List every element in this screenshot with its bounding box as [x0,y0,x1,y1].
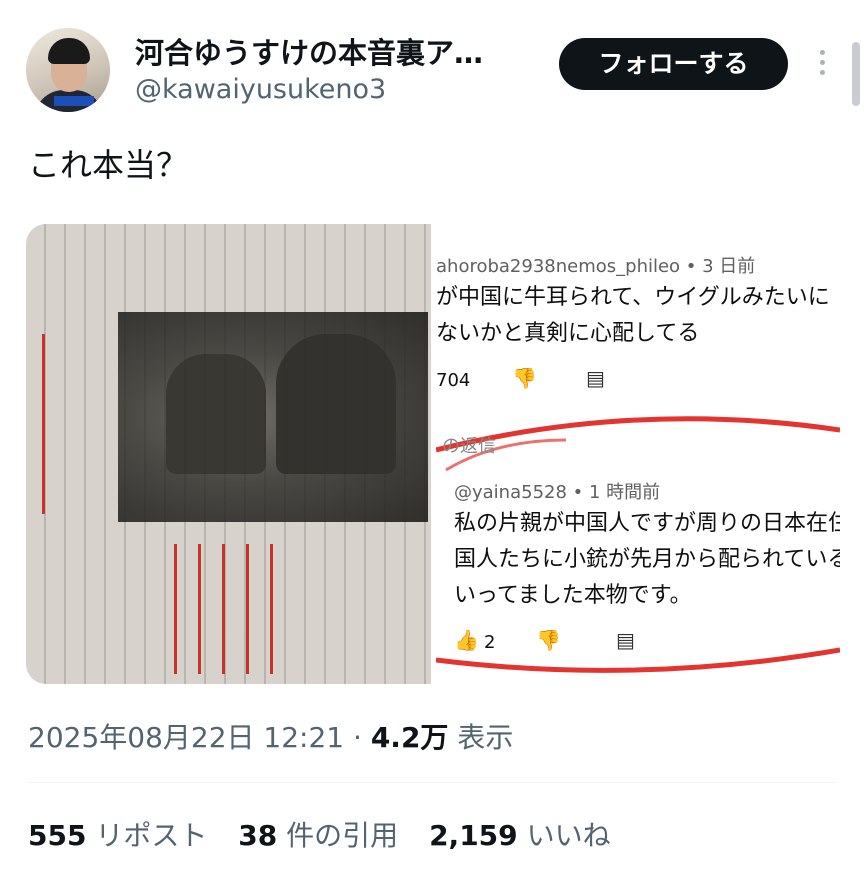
reply-username: @yaina5528 • 1 時間前 [454,482,661,503]
comment-like-count: 704 [436,370,471,391]
media-grid[interactable]: ahoroba2938nemos_phileo • 3 日前 が中国に牛耳られて… [26,224,840,684]
view-label: 表示 [457,721,514,754]
replies-label: の返信 [442,436,496,457]
likes-count: 2,159 [429,819,518,852]
newspaper-text-columns [26,224,431,684]
red-underline [270,544,273,674]
red-underline [174,544,177,674]
reply-icon: ▤ [586,366,605,390]
likes-label: いいね [526,819,611,852]
like-icon: 👍 [454,628,479,652]
tweet-datetime[interactable]: 2025年08月22日 12:21 · [28,721,362,754]
tweet-text: これ本当？ [28,146,189,184]
tweet-header: 河合ゆうすけの本音裏ア… @kawaiyusukeno3 フォローする [0,0,864,120]
quotes-count: 38 [238,819,278,852]
follow-button[interactable]: フォローする [559,38,788,90]
red-underline [246,544,249,674]
engagement-stats: 555 リポスト 38 件の引用 2,159 いいね [28,814,633,854]
reply-text-line: いってました本物です。 [454,583,692,608]
reply-like-count: 2 [484,632,496,653]
view-count: 4.2万 [370,721,449,754]
comment-text-line: が中国に牛耳られて、ウイグルみたいに [436,285,830,310]
reply-text-line: 私の片親が中国人ですが周りの日本在住 [454,511,840,536]
reply-text-line: 国人たちに小銃が先月から配られている [454,547,840,572]
likes-stat[interactable]: 2,159 いいね [429,819,611,852]
reposts-count: 555 [28,819,87,852]
dislike-icon: 👎 [536,628,561,652]
newspaper-clipping-image[interactable] [26,224,431,684]
tweet-timestamp[interactable]: 2025年08月22日 12:21 · 4.2万 表示 [28,716,513,756]
quotes-label: 件の引用 [286,819,399,852]
reposts-stat[interactable]: 555 リポスト [28,819,207,852]
youtube-comments-image[interactable]: ahoroba2938nemos_phileo • 3 日前 が中国に牛耳られて… [436,224,840,684]
quotes-stat[interactable]: 38 件の引用 [238,819,398,852]
author-name[interactable]: 河合ゆうすけの本音裏ア… [135,30,483,72]
more-options-icon[interactable] [812,46,832,80]
comment-text-line: ないかと真剣に心配してる [436,321,700,346]
author-avatar[interactable] [26,28,110,112]
avatar-name-tag [54,96,94,106]
comment-username: ahoroba2938nemos_phileo • 3 日前 [436,256,756,277]
reposts-label: リポスト [95,819,208,852]
scrollbar[interactable] [852,42,860,106]
reply-icon: ▤ [616,628,635,652]
divider [28,782,836,783]
dislike-icon: 👎 [512,366,537,390]
author-handle[interactable]: @kawaiyusukeno3 [135,74,386,105]
red-underline [198,544,201,674]
red-underline [222,544,225,674]
red-underline [42,334,45,514]
